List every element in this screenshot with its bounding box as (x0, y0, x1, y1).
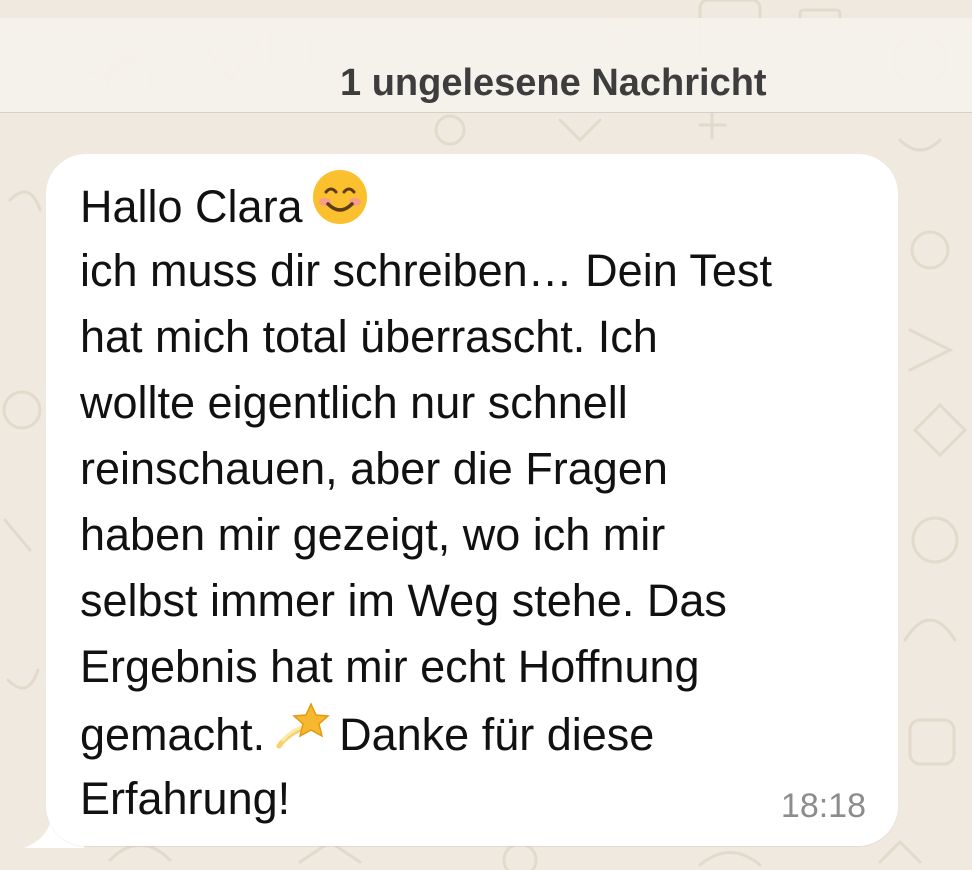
message-line: haben mir gezeigt, wo ich mir (80, 502, 880, 568)
message-line-text: gemacht. (80, 708, 266, 760)
message-line: hat mich total überrascht. Ich (80, 304, 880, 370)
message-line-text: Erfahrung! (80, 773, 291, 824)
message-line-text: Ergebnis hat mir echt Hoffnung (80, 641, 700, 692)
message-line-text: selbst immer im Weg stehe. Das (80, 575, 727, 626)
message-line-text: wollte eigentlich nur schnell (80, 377, 628, 428)
message-line: Hallo Clara (80, 170, 880, 238)
message-line-text: haben mir gezeigt, wo ich mir (80, 509, 666, 560)
message-line: Erfahrung! (80, 766, 880, 832)
message-line-text: Danke für diese (339, 708, 655, 760)
message-line-text: hat mich total überrascht. Ich (80, 311, 658, 362)
message-line-text: ich muss dir schreiben… Dein Test (80, 245, 772, 296)
message-line: selbst immer im Weg stehe. Das (80, 568, 880, 634)
message-line: reinschauen, aber die Fragen (80, 436, 880, 502)
unread-count-label: 1 ungelesene Nachricht (340, 62, 767, 104)
message-line: gemacht. Danke für diese (80, 700, 880, 766)
message-line-text: reinschauen, aber die Fragen (80, 443, 668, 494)
message-line: ich muss dir schreiben… Dein Test (80, 238, 880, 304)
smiling-face-icon (311, 168, 369, 244)
message-line: Ergebnis hat mir echt Hoffnung (80, 634, 880, 700)
dizzy-star-icon (273, 696, 331, 772)
message-line-text: Hallo Clara (80, 180, 303, 232)
message-text: Hallo Clara ich muss dir schreiben… Dein … (80, 170, 880, 832)
message-timestamp: 18:18 (780, 787, 866, 825)
incoming-message-bubble[interactable]: Hallo Clara ich muss dir schreiben… Dein … (46, 154, 898, 846)
message-line: wollte eigentlich nur schnell (80, 370, 880, 436)
unread-messages-banner: 1 ungelesene Nachricht (0, 18, 972, 113)
